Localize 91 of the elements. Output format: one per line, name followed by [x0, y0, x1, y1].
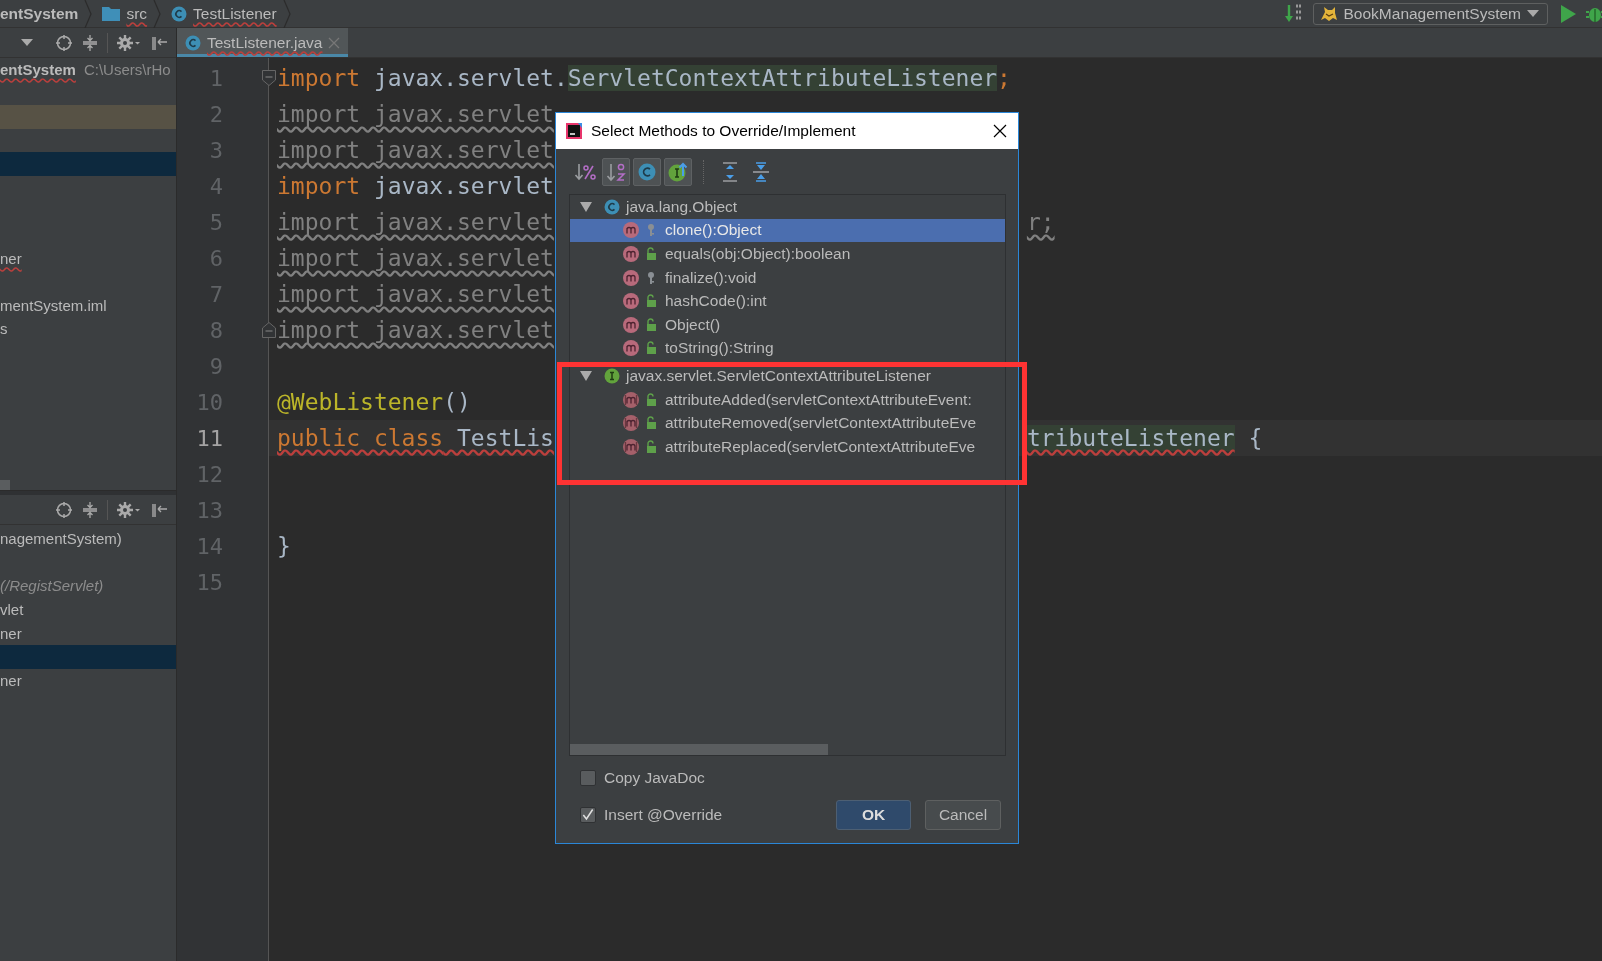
tree-row[interactable]: ner [0, 621, 176, 645]
collapse-icon[interactable] [81, 500, 99, 519]
tree-row[interactable]: entSystem C:\Users\rHo [0, 58, 176, 82]
checkbox[interactable]: Copy JavaDoc [579, 765, 708, 791]
unlocked-icon [645, 317, 657, 332]
code-text: import javax.servlet [277, 281, 554, 307]
expanded-icon[interactable] [580, 370, 592, 381]
unlocked-icon [645, 341, 657, 356]
unlocked-icon [645, 439, 657, 454]
cat-icon [1319, 5, 1338, 22]
code-text: import javax.servlet [277, 173, 554, 199]
gear-icon[interactable] [116, 33, 142, 52]
method-icon [622, 268, 640, 287]
dialog-title: Select Methods to Override/Implement [591, 122, 857, 140]
run-configuration-dropdown[interactable]: BookManagementSystem [1312, 2, 1548, 25]
breadcrumb-item[interactable]: entSystem [0, 4, 79, 23]
method-row[interactable]: attributeRemoved(servletContextAttributeEve [570, 411, 1005, 435]
method-icon [622, 292, 640, 311]
code-text: @WebListener() [277, 389, 471, 415]
tree-row[interactable]: (/RegistServlet) [0, 574, 176, 598]
folder-icon [102, 6, 121, 21]
tree-group-label[interactable]: javax.servlet.ServletContextAttributeListener [626, 367, 931, 384]
unlocked-icon [645, 294, 657, 309]
tree-row[interactable]: ner [0, 246, 176, 271]
method-icon [622, 245, 640, 263]
app-logo-icon [566, 123, 582, 139]
unlocked-icon [645, 247, 657, 261]
close-button[interactable] [992, 123, 1008, 139]
code-text: import javax.servlet [277, 317, 554, 343]
ok-button[interactable]: OK [836, 800, 911, 830]
method-row[interactable]: toString():String [570, 336, 1005, 361]
key-icon [645, 270, 657, 285]
method-row[interactable]: hashCode():int [570, 289, 1005, 313]
method-icon [622, 221, 640, 240]
code-text: r; [1026, 209, 1055, 235]
abstract-method-icon [622, 437, 640, 456]
interface-icon [604, 367, 620, 384]
method-row[interactable]: attributeReplaced(servletContextAttributeEve [570, 434, 1005, 459]
code-text: tributeListener { [1026, 425, 1263, 451]
checkbox[interactable]: Insert @Override [579, 802, 726, 828]
breadcrumb-item[interactable]: TestListener [193, 4, 277, 23]
line-number: 11 [195, 425, 223, 451]
method-row[interactable]: finalize():void [570, 265, 1005, 290]
abstract-method-icon [622, 414, 640, 433]
scrollbar-thumb[interactable] [570, 744, 828, 755]
tree-row[interactable]: ner [0, 668, 176, 693]
close-icon [992, 123, 1008, 139]
expanded-icon[interactable] [580, 201, 592, 212]
scrollbar-thumb[interactable] [0, 480, 10, 490]
run-icon[interactable] [1560, 4, 1576, 23]
fold-icon [262, 70, 276, 86]
code-text: import javax.servlet [277, 137, 554, 163]
method-row[interactable]: Object() [570, 312, 1005, 337]
class-icon [604, 198, 620, 215]
code-text: public class TestLis [277, 425, 554, 451]
method-icon [622, 339, 640, 358]
show-interfaces-button[interactable] [664, 158, 692, 186]
class-icon [185, 34, 201, 51]
code-text: import javax.servlet [277, 101, 554, 127]
tree-row[interactable]: nagementSystem) [0, 527, 176, 551]
code-text: } [277, 533, 291, 559]
editor-tab[interactable]: TestListener.java [177, 28, 349, 57]
gear-icon[interactable] [116, 500, 142, 519]
caret-icon[interactable] [21, 38, 33, 47]
unlocked-icon [645, 416, 657, 431]
collapse-icon[interactable] [81, 33, 99, 52]
tree-group-label[interactable]: java.lang.Object [626, 198, 738, 215]
abstract-method-icon [622, 390, 640, 409]
cancel-button[interactable]: Cancel [925, 800, 1001, 830]
breadcrumb-item[interactable]: src [126, 4, 148, 23]
unlocked-icon [645, 392, 657, 407]
key-icon [645, 223, 657, 238]
binary-download-icon[interactable] [1284, 3, 1303, 24]
tree-row[interactable]: vlet [0, 597, 176, 622]
crosshair-icon[interactable] [55, 33, 73, 52]
checkmark-icon [581, 808, 595, 822]
close-icon [328, 36, 341, 49]
show-classes-button[interactable] [633, 158, 661, 186]
class-icon [171, 5, 188, 22]
tree-row[interactable]: mentSystem.iml [0, 293, 176, 318]
method-row[interactable]: equals(obj:Object):boolean [570, 242, 1005, 266]
fold-icon [262, 322, 276, 338]
method-row[interactable]: attributeAdded(servletContextAttributeEvent: [570, 387, 1005, 412]
tree-row[interactable]: s [0, 317, 176, 342]
method-icon [622, 315, 640, 334]
sort-alphabetically-button[interactable] [602, 158, 630, 186]
code-text: import javax.servlet [277, 245, 554, 271]
caret-icon [1527, 9, 1539, 18]
method-row[interactable]: clone():Object [570, 218, 1005, 243]
code-text: import javax.servlet [277, 209, 554, 235]
crosshair-icon[interactable] [55, 500, 73, 519]
